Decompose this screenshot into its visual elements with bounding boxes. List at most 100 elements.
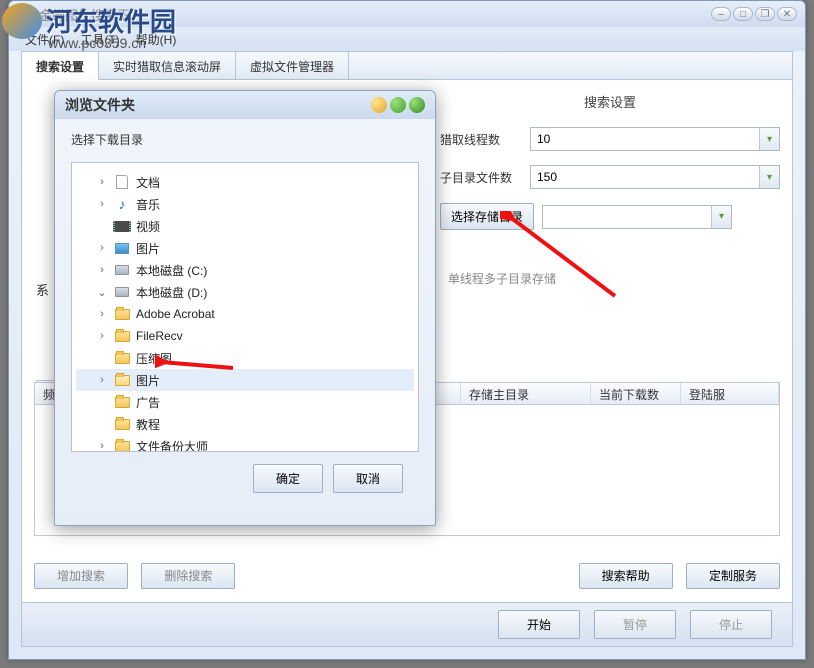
expander-icon[interactable]: › — [96, 308, 108, 320]
dialog-label: 选择下载目录 — [71, 131, 419, 148]
subdirs-input-wrap: ▾ — [530, 165, 780, 189]
dir-input[interactable] — [543, 210, 711, 224]
restore-button[interactable]: ❐ — [755, 7, 775, 21]
subdirs-input[interactable] — [531, 166, 759, 188]
tree-item[interactable]: › 图片 — [76, 237, 414, 259]
search-help-button[interactable]: 搜索帮助 — [579, 563, 673, 589]
disk-icon — [114, 284, 130, 300]
tree-item[interactable]: › FileRecv — [76, 325, 414, 347]
tree-item[interactable]: › ♪ 音乐 — [76, 193, 414, 215]
tree-item[interactable]: › 文件备份大师 — [76, 435, 414, 452]
tab-search-settings[interactable]: 搜索设置 — [22, 52, 99, 80]
threads-label: 猎取线程数 — [440, 131, 530, 148]
folder-icon — [114, 306, 130, 322]
expander-icon[interactable]: › — [96, 242, 108, 254]
dialog-close-icon[interactable] — [409, 97, 425, 113]
tree-item[interactable]: › 本地磁盘 (C:) — [76, 259, 414, 281]
menubar: 文件(F) 工具(T) 帮助(H) — [9, 27, 805, 51]
threads-input-wrap: ▾ — [530, 127, 780, 151]
tree-item-label: 本地磁盘 (D:) — [136, 284, 207, 301]
expander-icon[interactable]: › — [96, 264, 108, 276]
titlebar[interactable]: 金蝉图片搜索王 – □ ❐ ✕ — [9, 1, 805, 27]
tree-item[interactable]: 压缩图 — [76, 347, 414, 369]
window-title: 金蝉图片搜索王 — [39, 5, 711, 24]
tree-item-label: 视频 — [136, 218, 160, 235]
ok-button[interactable]: 确定 — [253, 464, 323, 493]
vid-icon — [114, 218, 130, 234]
folder-icon — [114, 350, 130, 366]
tree-item-label: 本地磁盘 (C:) — [136, 262, 207, 279]
tree-item[interactable]: ⌄ 本地磁盘 (D:) — [76, 281, 414, 303]
expander-icon[interactable]: › — [96, 440, 108, 452]
folder-icon — [114, 416, 130, 432]
folder-icon — [114, 328, 130, 344]
tree-item-label: 文件备份大师 — [136, 438, 208, 453]
menu-tools[interactable]: 工具(T) — [74, 29, 125, 50]
expander-icon[interactable]: › — [96, 330, 108, 342]
disk-icon — [114, 262, 130, 278]
tree-item[interactable]: › Adobe Acrobat — [76, 303, 414, 325]
del-search-button[interactable]: 删除搜索 — [141, 563, 235, 589]
tree-item[interactable]: › 文档 — [76, 171, 414, 193]
dialog-titlebar[interactable]: 浏览文件夹 — [55, 91, 435, 119]
col-login[interactable]: 登陆服 — [681, 383, 779, 404]
tab-vfm[interactable]: 虚拟文件管理器 — [236, 52, 349, 79]
tree-item[interactable]: 视频 — [76, 215, 414, 237]
main-tabs: 搜索设置 实时猎取信息滚动屏 虚拟文件管理器 — [22, 52, 792, 80]
tree-item-label: 音乐 — [136, 196, 160, 213]
tree-item-label: 文档 — [136, 174, 160, 191]
tree-item-label: 广告 — [136, 394, 160, 411]
tree-item-label: 图片 — [136, 240, 160, 257]
bottom-buttons: 增加搜索 删除搜索 搜索帮助 定制服务 — [34, 567, 780, 584]
tree-item[interactable]: 广告 — [76, 391, 414, 413]
tree-item-label: Adobe Acrobat — [136, 307, 215, 321]
close-button[interactable]: ✕ — [777, 7, 797, 21]
tree-item-label: FileRecv — [136, 329, 183, 343]
cancel-button[interactable]: 取消 — [333, 464, 403, 493]
browse-folder-dialog: 浏览文件夹 选择下载目录 › 文档 › ♪ 音乐视频 › 图片 › 本地磁盘 (C:) ⌄ 本地磁盘… — [54, 90, 436, 526]
choose-dir-button[interactable]: 选择存储目录 — [440, 203, 534, 230]
threads-input[interactable] — [531, 128, 759, 150]
folder-icon — [114, 438, 130, 452]
folder-tree[interactable]: › 文档 › ♪ 音乐视频 › 图片 › 本地磁盘 (C:) ⌄ 本地磁盘 (D:) › Adobe A… — [71, 162, 419, 452]
dir-browse[interactable]: ▾ — [711, 206, 731, 228]
col-dir[interactable]: 存储主目录 — [461, 383, 591, 404]
subdirs-label: 子目录文件数 — [440, 169, 530, 186]
dialog-max-icon[interactable] — [390, 97, 406, 113]
min-button[interactable]: – — [711, 7, 731, 21]
expander-icon[interactable]: › — [96, 374, 108, 386]
stop-button[interactable]: 停止 — [690, 610, 772, 639]
sys-label: 系 — [36, 280, 49, 299]
expander-icon[interactable]: › — [96, 176, 108, 188]
tree-item[interactable]: 教程 — [76, 413, 414, 435]
threads-spin[interactable]: ▾ — [759, 128, 779, 150]
storage-hint: 单线程多子目录存储 — [448, 270, 780, 287]
expander-icon[interactable]: ⌄ — [96, 286, 108, 299]
tree-item-label: 教程 — [136, 416, 160, 433]
subdirs-spin[interactable]: ▾ — [759, 166, 779, 188]
app-icon — [17, 6, 33, 22]
col-count[interactable]: 当前下载数 — [591, 383, 681, 404]
custom-service-button[interactable]: 定制服务 — [686, 563, 780, 589]
tab-log[interactable]: 实时猎取信息滚动屏 — [99, 52, 236, 79]
settings-panel: 搜索设置 猎取线程数 ▾ 子目录文件数 ▾ 选择存储目录 ▾ — [440, 92, 780, 287]
file-icon — [114, 174, 130, 190]
tree-item-label: 压缩图 — [136, 350, 172, 367]
dialog-title: 浏览文件夹 — [65, 95, 371, 115]
start-button[interactable]: 开始 — [498, 610, 580, 639]
folder-icon — [114, 394, 130, 410]
tree-item[interactable]: › 图片 — [76, 369, 414, 391]
footer: 开始 暂停 停止 — [22, 602, 792, 646]
note-icon: ♪ — [114, 196, 130, 212]
max-button[interactable]: □ — [733, 7, 753, 21]
add-search-button[interactable]: 增加搜索 — [34, 563, 128, 589]
tree-item-label: 图片 — [136, 372, 160, 389]
menu-help[interactable]: 帮助(H) — [130, 29, 183, 50]
dir-input-wrap: ▾ — [542, 205, 732, 229]
settings-title: 搜索设置 — [440, 92, 780, 111]
dialog-min-icon[interactable] — [371, 97, 387, 113]
pause-button[interactable]: 暂停 — [594, 610, 676, 639]
folder-open-icon — [114, 372, 130, 388]
expander-icon[interactable]: › — [96, 198, 108, 210]
menu-file[interactable]: 文件(F) — [19, 29, 70, 50]
